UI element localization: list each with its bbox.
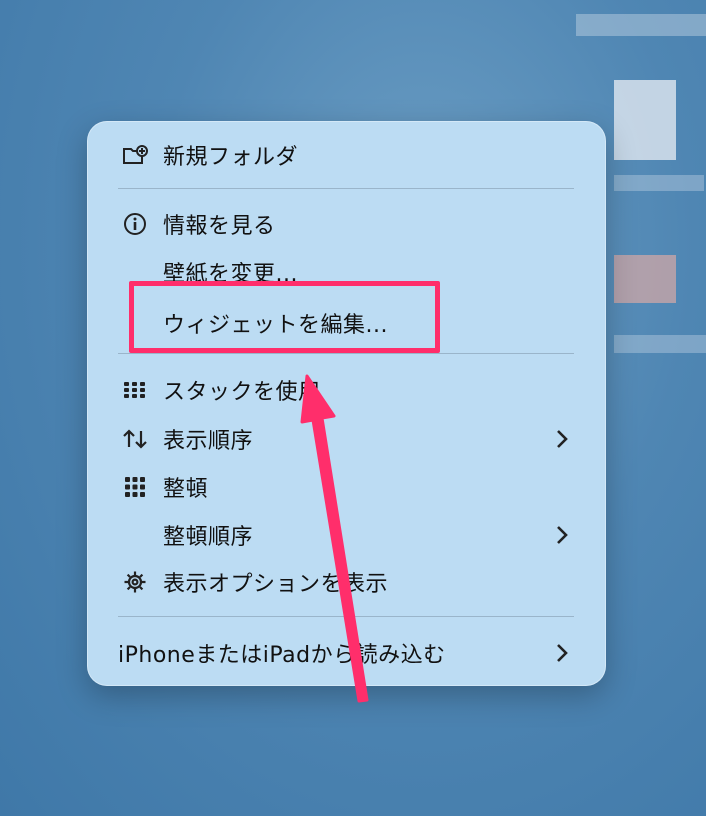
annotation-arrow: [300, 374, 369, 703]
